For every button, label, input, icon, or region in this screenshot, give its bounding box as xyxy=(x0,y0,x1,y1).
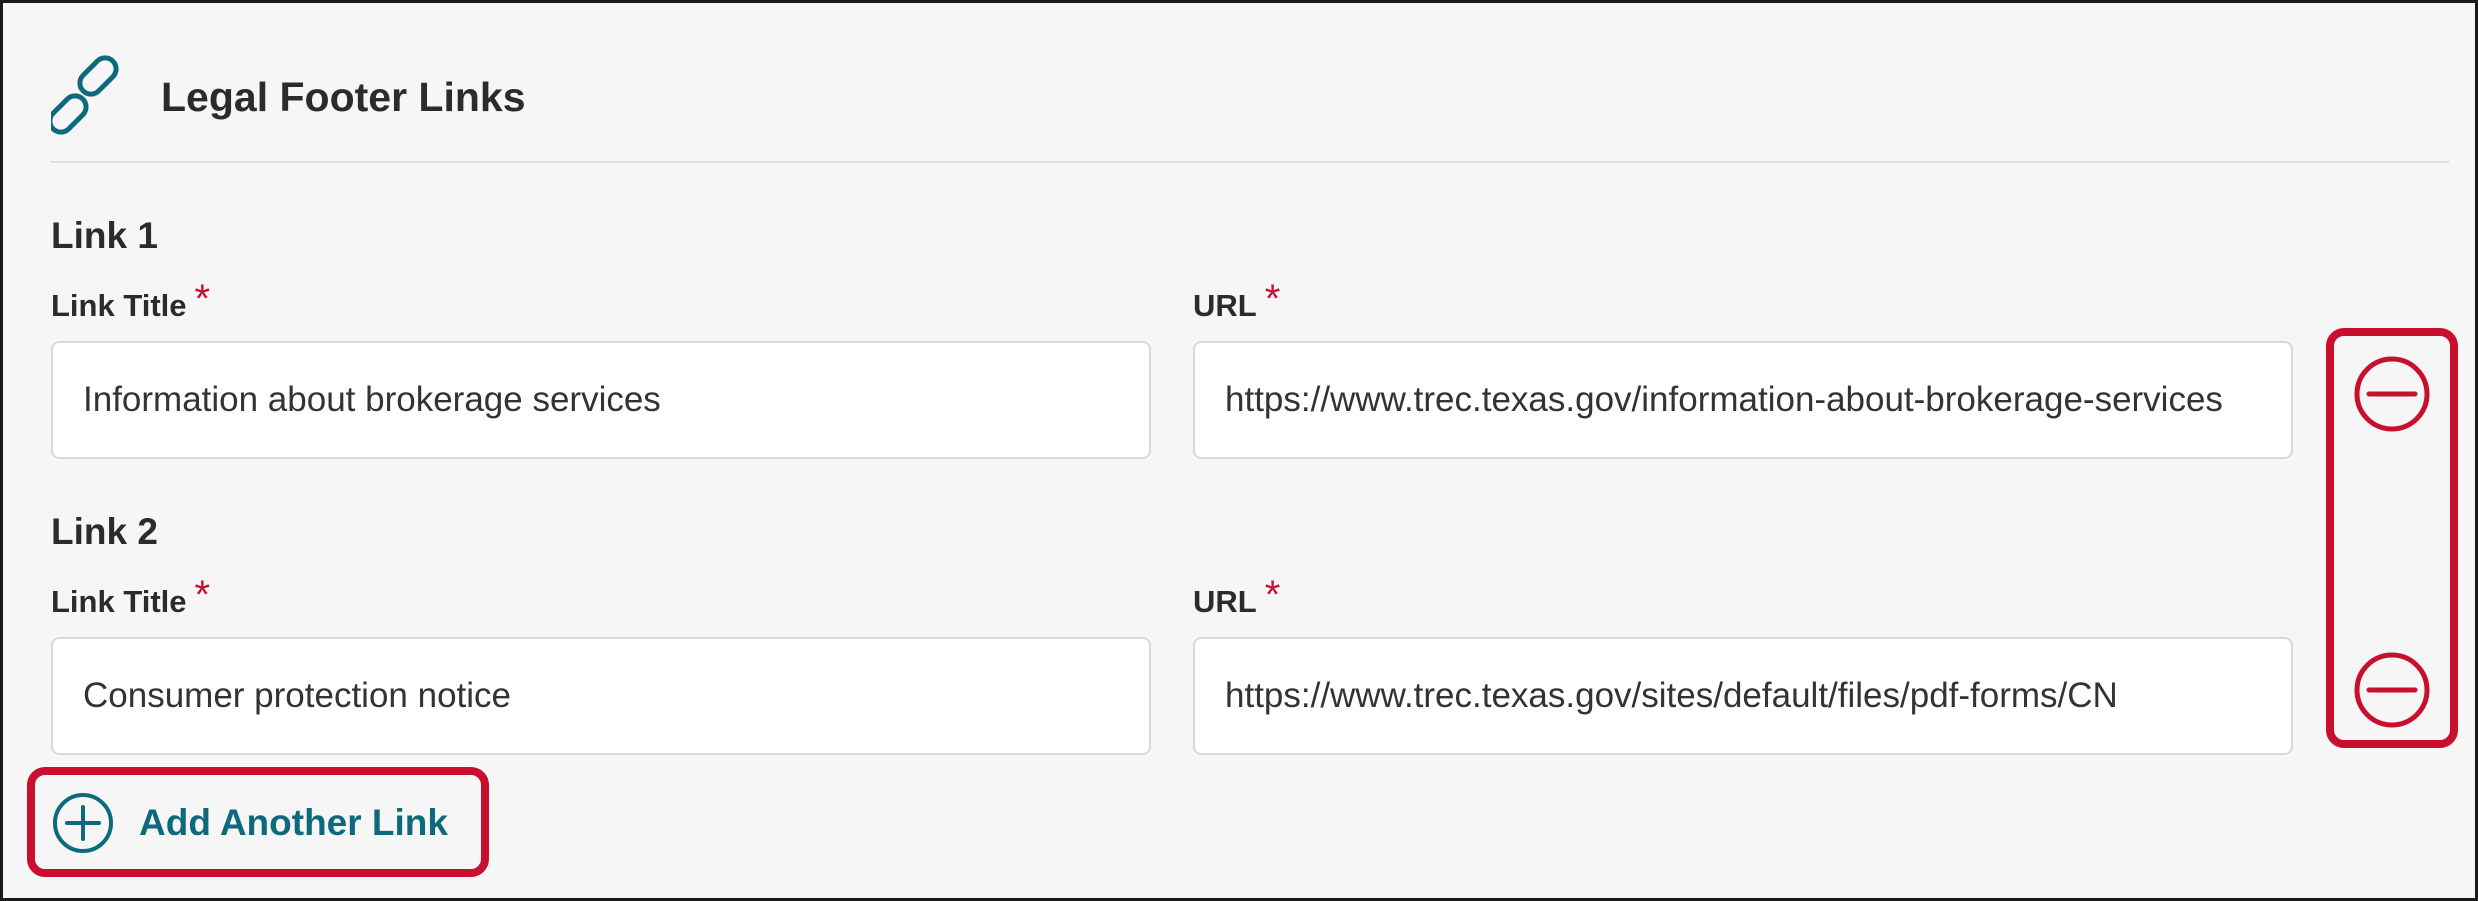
add-another-link-button[interactable]: Add Another Link xyxy=(51,791,448,855)
required-asterisk: * xyxy=(1264,277,1281,321)
header-divider xyxy=(51,161,2449,163)
link-2-title-label-text: Link Title xyxy=(51,584,187,619)
link-2-url-label-text: URL xyxy=(1193,584,1257,619)
link-1-url-label-text: URL xyxy=(1193,288,1257,323)
link-1-url-input[interactable] xyxy=(1193,341,2293,459)
link-2-title-input[interactable] xyxy=(51,637,1151,755)
required-asterisk: * xyxy=(1264,573,1281,617)
link-2-title-label: Link Title * xyxy=(51,573,210,622)
legal-footer-links-panel: Legal Footer Links Link 1 Link Title * UR… xyxy=(0,0,2478,901)
link-1-title-label-text: Link Title xyxy=(51,288,187,323)
link-1-title-input[interactable] xyxy=(51,341,1151,459)
add-another-link-label: Add Another Link xyxy=(139,802,448,843)
link-2-heading: Link 2 xyxy=(51,511,158,552)
remove-link-1-button[interactable] xyxy=(2353,355,2431,433)
required-asterisk: * xyxy=(194,573,211,617)
minus-circle-icon xyxy=(2354,356,2430,432)
plus-circle-icon xyxy=(53,793,113,853)
link-1-title-label: Link Title * xyxy=(51,277,210,326)
section-header: Legal Footer Links xyxy=(47,55,526,140)
link-icon xyxy=(47,55,131,140)
remove-link-2-button[interactable] xyxy=(2353,651,2431,729)
minus-circle-icon xyxy=(2354,652,2430,728)
link-2-url-label: URL * xyxy=(1193,573,1280,622)
link-2-url-input[interactable] xyxy=(1193,637,2293,755)
link-1-heading: Link 1 xyxy=(51,215,158,256)
section-title: Legal Footer Links xyxy=(161,74,526,120)
link-1-url-label: URL * xyxy=(1193,277,1280,326)
required-asterisk: * xyxy=(194,277,211,321)
